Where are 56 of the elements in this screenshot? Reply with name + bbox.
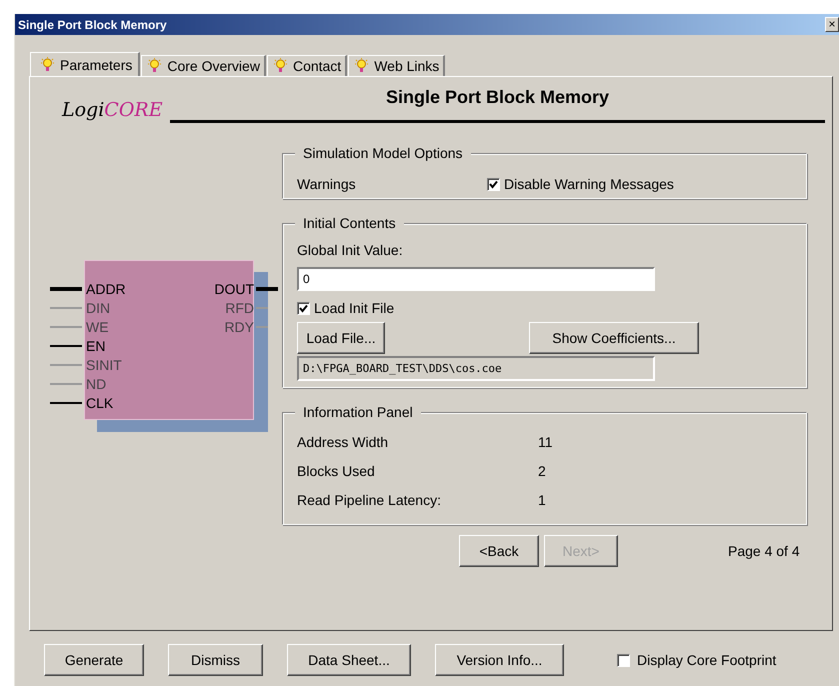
pin-wire bbox=[256, 287, 278, 291]
lightbulb-icon bbox=[148, 58, 162, 74]
tab[interactable]: Contact bbox=[266, 55, 348, 76]
pin-label: DOUT bbox=[213, 282, 254, 296]
checkbox[interactable]: Disable Warning Messages bbox=[487, 176, 674, 192]
field-label: Warnings bbox=[297, 176, 357, 192]
close-button[interactable]: × bbox=[825, 17, 839, 32]
pin-wire bbox=[50, 345, 82, 347]
group-title: Information Panel bbox=[295, 404, 421, 420]
pin-label: SINIT bbox=[86, 358, 122, 372]
load-file-button[interactable]: Load File... bbox=[297, 322, 385, 354]
pin-label: DIN bbox=[86, 301, 110, 315]
tab[interactable]: Parameters bbox=[30, 52, 140, 76]
pin-label: RFD bbox=[224, 301, 254, 315]
logo: LogiCORE bbox=[62, 99, 164, 123]
checkmark-icon bbox=[489, 180, 498, 188]
info-label: Blocks Used bbox=[297, 462, 376, 478]
heading: Single Port Block Memory bbox=[170, 87, 825, 123]
pin-label: CLK bbox=[86, 396, 114, 410]
tab[interactable]: Core Overview bbox=[141, 55, 266, 76]
page-indicator: Page 4 of 4 bbox=[728, 543, 800, 559]
info-value: 2 bbox=[538, 462, 546, 478]
lightbulb-icon bbox=[41, 56, 54, 72]
pin-label: ADDR bbox=[86, 282, 126, 296]
pin-label: WE bbox=[86, 320, 109, 334]
info-value: 1 bbox=[538, 492, 546, 508]
back-button[interactable]: <Back bbox=[459, 535, 539, 567]
lightbulb-icon bbox=[274, 58, 287, 74]
info-label: Address Width bbox=[297, 434, 390, 450]
group-title: Initial Contents bbox=[295, 215, 404, 231]
dialog-button[interactable]: Dismiss bbox=[168, 644, 263, 676]
coefficients-button[interactable]: Show Coefficients... bbox=[529, 322, 699, 354]
checkbox[interactable]: Load Init File bbox=[297, 300, 394, 316]
pin-wire bbox=[50, 383, 82, 385]
pin-wire bbox=[50, 364, 82, 366]
group-title: Simulation Model Options bbox=[295, 145, 471, 161]
info-value: 11 bbox=[538, 434, 553, 450]
dialog-button[interactable]: Generate bbox=[44, 644, 144, 676]
checkmark-icon bbox=[299, 304, 308, 312]
pin-wire bbox=[50, 307, 82, 309]
pin-label: ND bbox=[86, 377, 106, 391]
pin-wire bbox=[50, 326, 82, 328]
dialog-button[interactable]: Version Info... bbox=[435, 644, 564, 676]
file-path-field: D:\FPGA_BOARD_TEST\DDS\cos.coe bbox=[297, 356, 655, 381]
checkbox[interactable]: Display Core Footprint bbox=[617, 652, 776, 668]
tab[interactable]: Web Links bbox=[348, 55, 446, 76]
info-label: Read Pipeline Latency: bbox=[297, 492, 442, 508]
text-field[interactable]: 0 bbox=[297, 267, 655, 291]
pin-label: RDY bbox=[223, 320, 254, 334]
field-label: Global Init Value: bbox=[297, 242, 404, 258]
pin-label: EN bbox=[86, 339, 106, 353]
window-title: Single Port Block Memory bbox=[18, 18, 167, 32]
dialog-button[interactable]: Data Sheet... bbox=[287, 644, 411, 676]
lightbulb-icon bbox=[355, 58, 368, 74]
pin-wire bbox=[50, 402, 82, 404]
pin-wire bbox=[50, 287, 82, 291]
